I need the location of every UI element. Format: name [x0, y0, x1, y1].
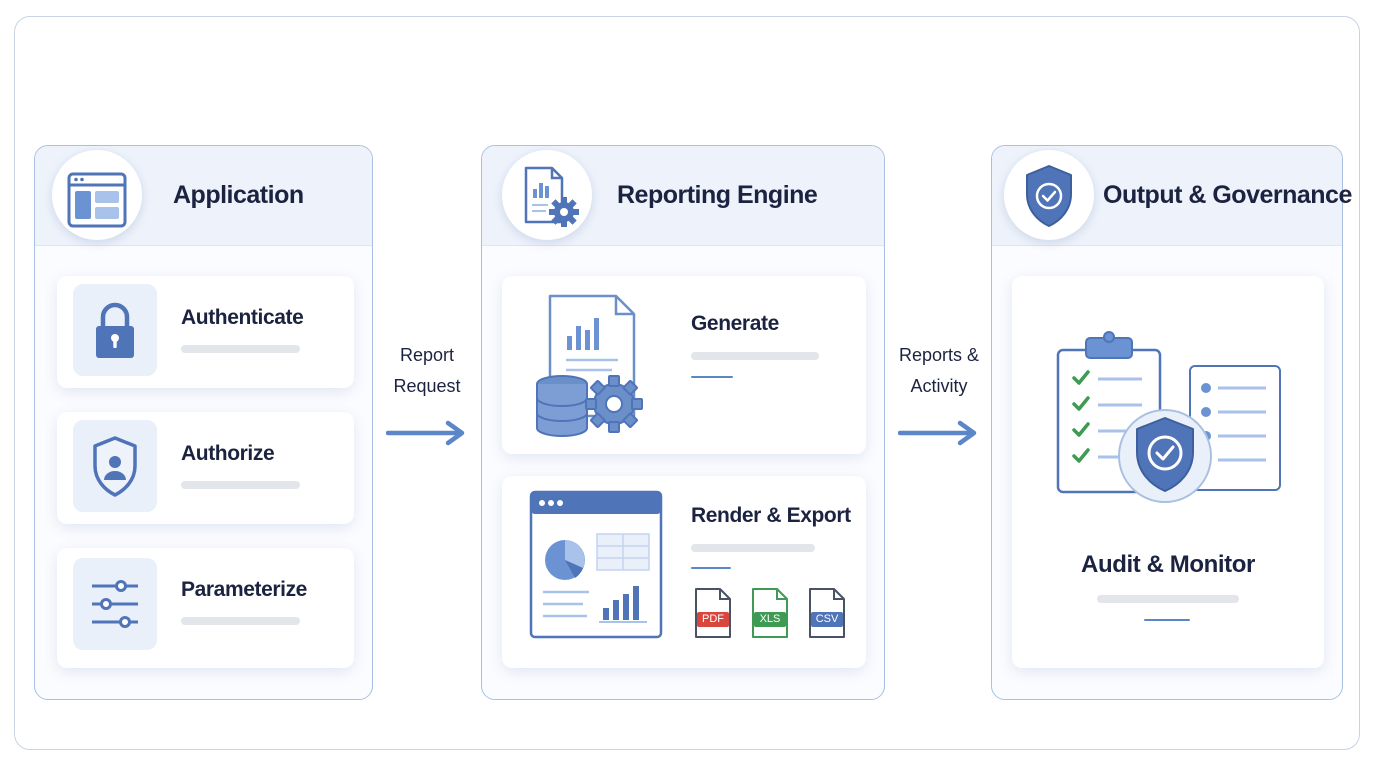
reports-activity-arrow [898, 420, 977, 446]
reports-activity-line2: Activity [910, 376, 968, 396]
shield-check-icon [1026, 165, 1072, 227]
document-database-gear-icon [536, 294, 643, 437]
shield-user-icon [93, 436, 137, 497]
report-request-label: Report Request [367, 340, 487, 402]
parameterize-label: Parameterize [181, 578, 307, 601]
render-export-label: Render & Export [691, 504, 851, 527]
reporting-engine-panel: Reporting Engine Generate Render & Expor… [481, 145, 885, 700]
report-request-line1: Report [399, 345, 455, 365]
report-gear-icon [524, 166, 579, 227]
parameterize-placeholder-bar [181, 617, 300, 625]
authorize-placeholder-bar [181, 481, 300, 489]
reports-activity-line1: Reports & [898, 345, 980, 365]
report-request-arrow [386, 420, 465, 446]
engine-icon-badge [502, 150, 592, 240]
window-layout-icon [67, 172, 127, 228]
audit-placeholder-bar [1097, 595, 1239, 603]
authenticate-icon-tile [73, 284, 157, 376]
authorize-label: Authorize [181, 442, 275, 465]
padlock-icon [96, 302, 134, 358]
output-icon-badge [1004, 150, 1094, 240]
engine-title: Reporting Engine [617, 181, 818, 209]
render-placeholder-bar [691, 544, 815, 552]
clipboard-shield-icon [1056, 331, 1281, 503]
reports-activity-label: Reports & Activity [879, 340, 999, 402]
authorize-icon-tile [73, 420, 157, 512]
dashboard-window-icon [529, 490, 663, 639]
parameterize-icon-tile [73, 558, 157, 650]
output-governance-panel: Output & Governance Audit & Monitor [991, 145, 1352, 700]
authenticate-placeholder-bar [181, 345, 300, 353]
audit-monitor-label: Audit & Monitor [1081, 551, 1255, 578]
csv-file-tag: CSV [811, 612, 843, 627]
xls-file-tag: XLS [754, 612, 786, 627]
generate-placeholder-bar [691, 352, 819, 360]
output-title: Output & Governance [1103, 181, 1352, 209]
sliders-icon [92, 580, 138, 628]
pdf-file-tag: PDF [697, 612, 729, 627]
application-panel: Application Authenticate Authorize Param… [34, 145, 373, 700]
generate-accent-bar [691, 376, 733, 378]
authenticate-label: Authenticate [181, 306, 304, 329]
generate-label: Generate [691, 312, 779, 335]
audit-accent-bar [1144, 619, 1190, 621]
application-icon-badge [52, 150, 142, 240]
render-accent-bar [691, 567, 731, 569]
report-request-line2: Request [393, 376, 461, 396]
application-title: Application [173, 181, 304, 209]
